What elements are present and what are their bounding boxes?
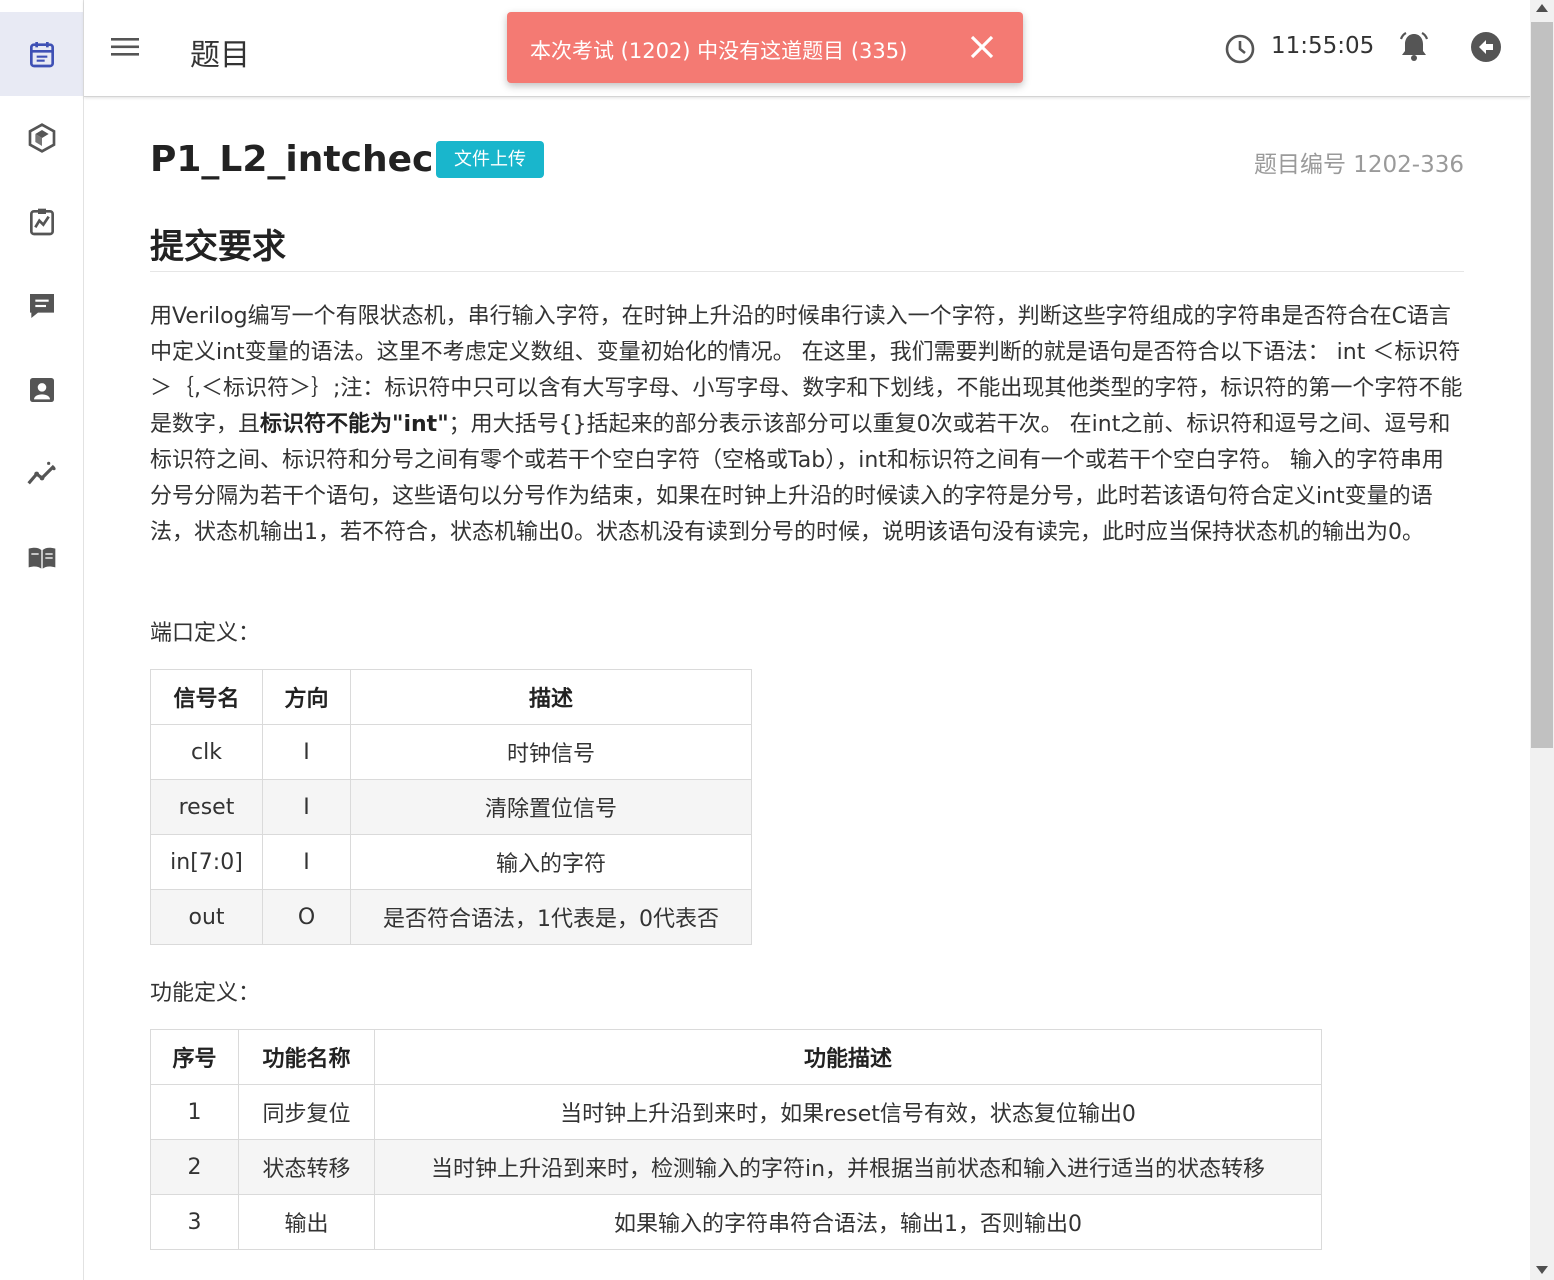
table-row: out O 是否符合语法，1代表是，0代表否 — [150, 889, 752, 945]
table-cell: out — [150, 889, 263, 945]
section-heading: 提交要求 — [150, 227, 286, 267]
problem-id: 题目编号 1202-336 — [1253, 152, 1464, 178]
table-cell: 是否符合语法，1代表是，0代表否 — [350, 889, 752, 945]
table-cell: 输出 — [238, 1194, 375, 1250]
hamburger-menu-icon[interactable] — [110, 32, 140, 62]
column-header: 功能描述 — [374, 1029, 1322, 1085]
error-toast: 本次考试 (1202) 中没有这道题目 (335) — [507, 12, 1023, 83]
trend-icon — [26, 461, 56, 485]
column-header: 描述 — [350, 669, 752, 725]
table-cell: clk — [150, 724, 263, 780]
function-label: 功能定义： — [150, 981, 261, 1006]
table-cell: 同步复位 — [238, 1084, 375, 1140]
table-cell: 如果输入的字符串符合语法，输出1，否则输出0 — [374, 1194, 1322, 1250]
cube-icon — [28, 123, 55, 153]
table-cell: 3 — [150, 1194, 239, 1250]
function-table: 序号 功能名称 功能描述 1 同步复位 当时钟上升沿到来时，如果reset信号有… — [150, 1029, 1322, 1250]
ports-label: 端口定义： — [150, 621, 261, 646]
table-row: 1 同步复位 当时钟上升沿到来时，如果reset信号有效，状态复位输出0 — [150, 1084, 1322, 1140]
table-cell: 当时钟上升沿到来时，检测输入的字符in，并根据当前状态和输入进行适当的状态转移 — [374, 1139, 1322, 1195]
submission-type-badge: 文件上传 — [436, 141, 544, 178]
sidebar-item-docs[interactable] — [0, 516, 83, 600]
column-header: 序号 — [150, 1029, 239, 1085]
column-header: 方向 — [262, 669, 351, 725]
description-emphasis: 标识符不能为"int" — [260, 412, 449, 437]
sidebar-item-cube[interactable] — [0, 96, 83, 180]
sidebar-item-exam[interactable] — [0, 12, 83, 96]
table-cell: I — [262, 779, 351, 835]
scroll-up-arrow-icon[interactable] — [1536, 4, 1548, 12]
table-cell: O — [262, 889, 351, 945]
ports-table: 信号名 方向 描述 clk I 时钟信号 reset I 清除置位信号 in[7… — [150, 669, 752, 945]
scrollbar-thumb[interactable] — [1531, 22, 1553, 748]
chart-clipboard-icon — [29, 208, 54, 236]
page-title: 题目 — [190, 38, 250, 73]
table-header-row: 信号名 方向 描述 — [150, 669, 752, 725]
sidebar — [0, 0, 84, 1280]
table-row: in[7:0] I 输入的字符 — [150, 834, 752, 890]
sidebar-item-messages[interactable] — [0, 264, 83, 348]
table-row: reset I 清除置位信号 — [150, 779, 752, 835]
exam-clock: 11:55:05 — [1271, 33, 1375, 59]
table-cell: reset — [150, 779, 263, 835]
table-row: 3 输出 如果输入的字符串符合语法，输出1，否则输出0 — [150, 1194, 1322, 1250]
table-cell: 当时钟上升沿到来时，如果reset信号有效，状态复位输出0 — [374, 1084, 1322, 1140]
table-header-row: 序号 功能名称 功能描述 — [150, 1029, 1322, 1085]
bell-ring-icon[interactable] — [1396, 29, 1432, 65]
problem-description: 用Verilog编写一个有限状态机，串行输入字符，在时钟上升沿的时候串行读入一个… — [150, 299, 1464, 551]
divider — [150, 271, 1464, 272]
table-cell: 输入的字符 — [350, 834, 752, 890]
table-cell: 时钟信号 — [350, 724, 752, 780]
calendar-icon — [29, 42, 54, 68]
toast-message: 本次考试 (1202) 中没有这道题目 (335) — [530, 39, 908, 63]
close-icon[interactable] — [969, 34, 995, 60]
table-cell: I — [262, 724, 351, 780]
sidebar-item-report[interactable] — [0, 180, 83, 264]
sidebar-item-stats[interactable] — [0, 432, 83, 516]
table-row: 2 状态转移 当时钟上升沿到来时，检测输入的字符in，并根据当前状态和输入进行适… — [150, 1139, 1322, 1195]
table-cell: in[7:0] — [150, 834, 263, 890]
table-cell: 1 — [150, 1084, 239, 1140]
column-header: 功能名称 — [238, 1029, 375, 1085]
book-icon — [28, 547, 55, 569]
message-icon — [29, 294, 54, 318]
scroll-down-arrow-icon[interactable] — [1536, 1266, 1548, 1274]
clock-icon — [1225, 34, 1255, 64]
problem-title: P1_L2_intcheck — [150, 139, 458, 180]
contact-card-icon — [29, 378, 54, 402]
table-row: clk I 时钟信号 — [150, 724, 752, 780]
back-arrow-icon[interactable] — [1470, 31, 1502, 63]
table-cell: I — [262, 834, 351, 890]
sidebar-item-profile[interactable] — [0, 348, 83, 432]
page-scrollbar[interactable] — [1530, 0, 1554, 1280]
table-cell: 清除置位信号 — [350, 779, 752, 835]
column-header: 信号名 — [150, 669, 263, 725]
table-cell: 2 — [150, 1139, 239, 1195]
table-cell: 状态转移 — [238, 1139, 375, 1195]
